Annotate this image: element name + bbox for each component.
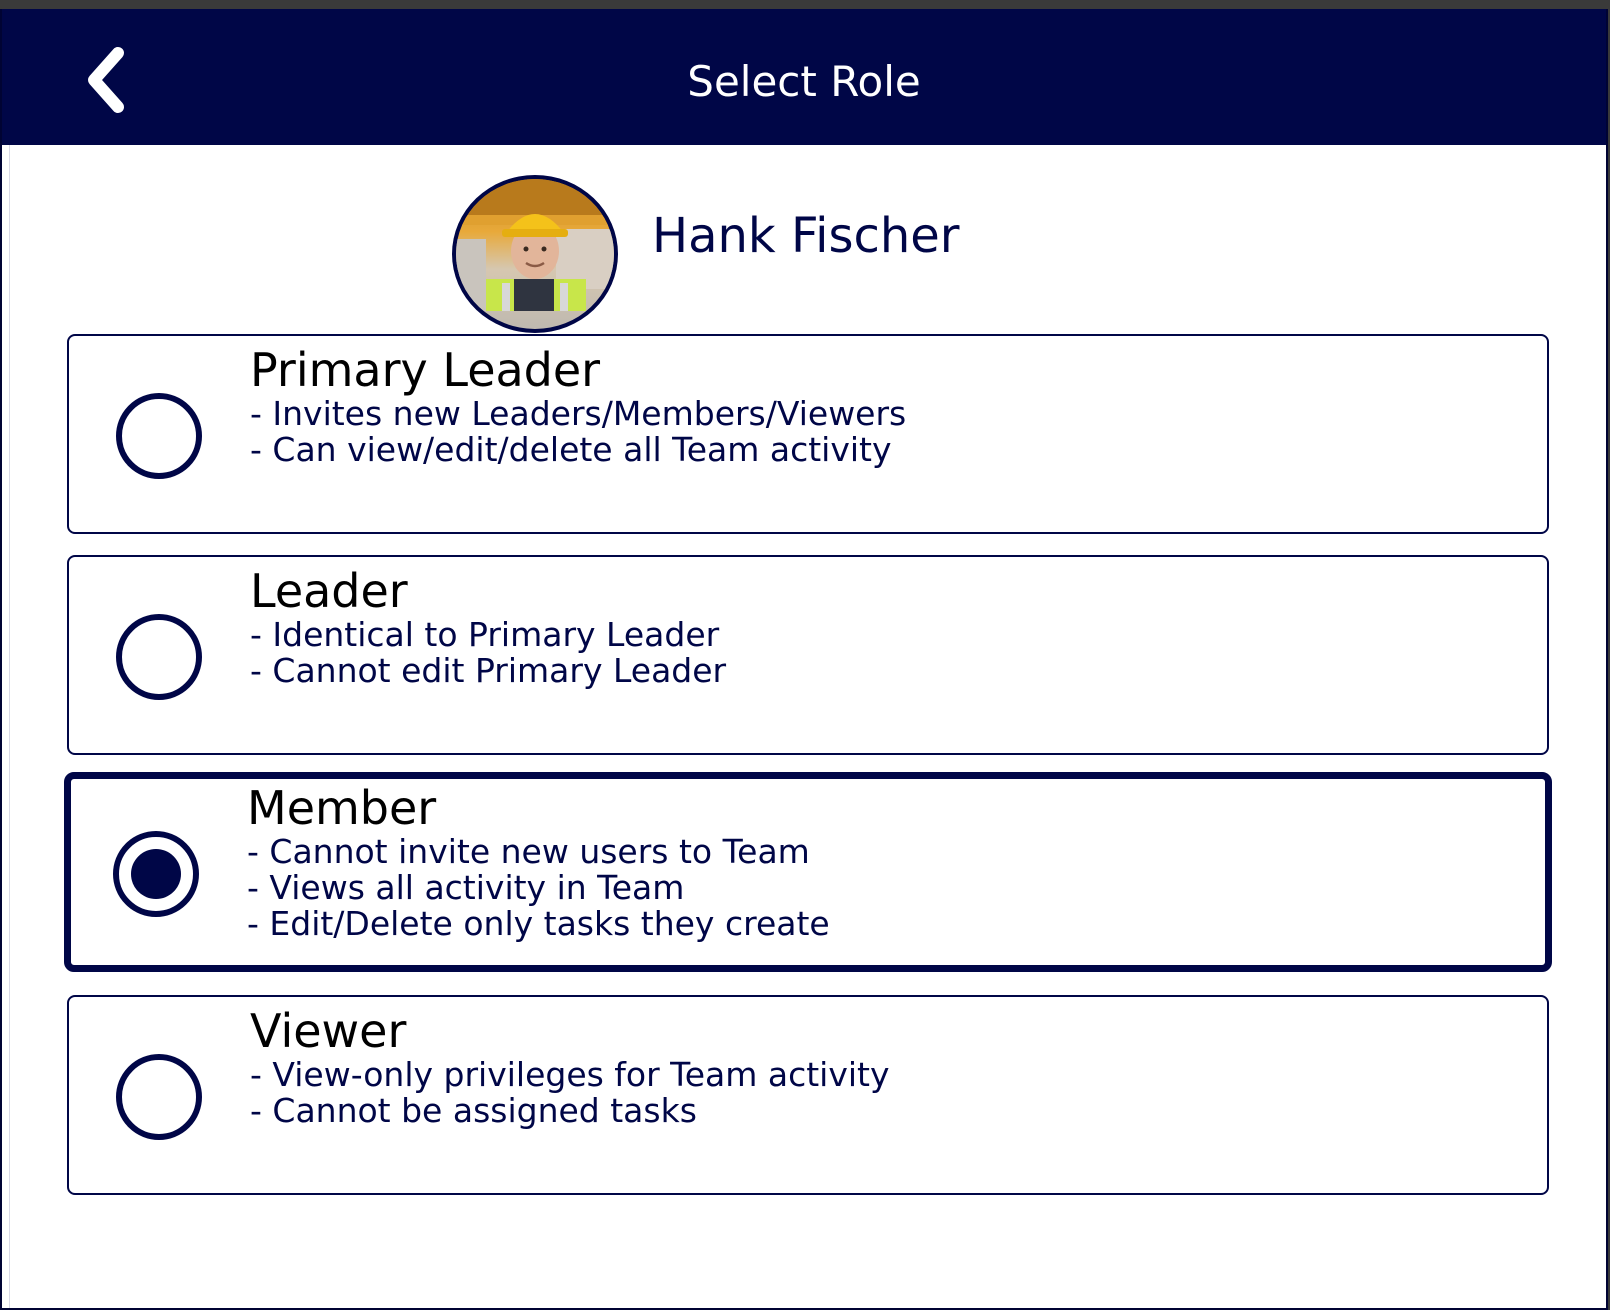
avatar	[452, 175, 618, 333]
radio-button-unselected[interactable]	[116, 1054, 202, 1140]
role-title: Leader	[250, 564, 408, 618]
role-text: Member - Cannot invite new users to Team…	[247, 782, 830, 942]
role-description-line: - Invites new Leaders/Members/Viewers	[250, 394, 907, 433]
role-description-line: - Views all activity in Team	[247, 868, 685, 907]
role-description-line: - Can view/edit/delete all Team activity	[250, 430, 892, 469]
page-title: Select Role	[687, 57, 921, 106]
radio-button-unselected[interactable]	[116, 393, 202, 479]
role-description-line: - Cannot be assigned tasks	[250, 1091, 697, 1130]
role-title: Member	[247, 781, 437, 835]
role-description-line: - Cannot edit Primary Leader	[250, 651, 727, 690]
role-description-line: - View-only privileges for Team activity	[250, 1055, 890, 1094]
role-option-member[interactable]: Member - Cannot invite new users to Team…	[64, 772, 1552, 972]
user-profile: Hank Fischer	[452, 167, 1052, 333]
radio-button-selected[interactable]	[113, 831, 199, 917]
role-description-line: - Identical to Primary Leader	[250, 615, 720, 654]
app-window: Select Role Hank Fischer Primary Leader …	[0, 9, 1608, 1310]
role-text: Leader - Identical to Primary Leader - C…	[250, 565, 726, 689]
role-option-leader[interactable]: Leader - Identical to Primary Leader - C…	[67, 555, 1549, 755]
user-name: Hank Fischer	[652, 208, 960, 264]
role-description-line: - Edit/Delete only tasks they create	[247, 904, 830, 943]
radio-button-unselected[interactable]	[116, 614, 202, 700]
left-divider	[2, 145, 10, 1308]
role-text: Viewer - View-only privileges for Team a…	[250, 1005, 890, 1129]
role-title: Primary Leader	[250, 343, 601, 397]
role-description-line: - Cannot invite new users to Team	[247, 832, 810, 871]
role-option-viewer[interactable]: Viewer - View-only privileges for Team a…	[67, 995, 1549, 1195]
worker-photo-icon	[456, 179, 614, 311]
role-text: Primary Leader - Invites new Leaders/Mem…	[250, 344, 906, 468]
radio-selected-dot	[131, 849, 181, 899]
role-title: Viewer	[250, 1004, 407, 1058]
role-option-primary-leader[interactable]: Primary Leader - Invites new Leaders/Mem…	[67, 334, 1549, 534]
header-bar: Select Role	[2, 9, 1606, 145]
